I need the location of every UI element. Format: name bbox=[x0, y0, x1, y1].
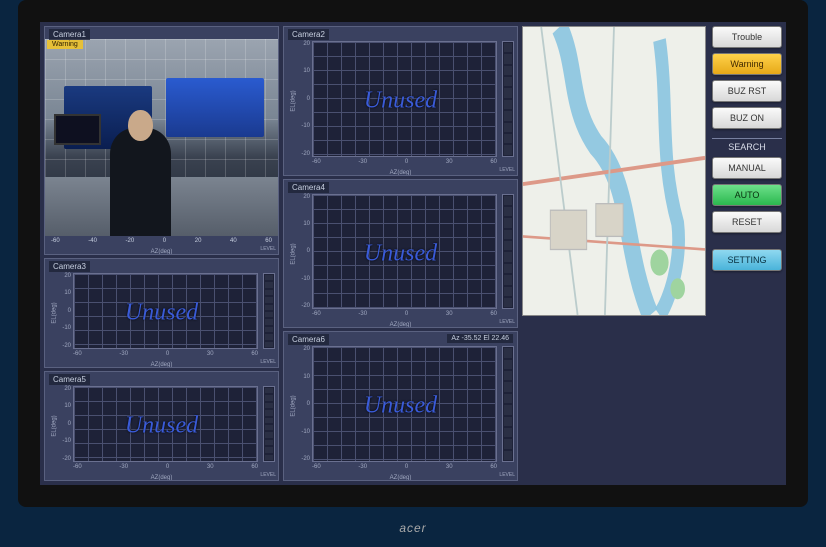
camera-panel-6[interactable]: Camera6 Az -35.52 El 22.46 Unused 2010 0… bbox=[283, 331, 518, 481]
control-panel: Trouble Warning BUZ RST BUZ ON SEARCH MA… bbox=[712, 26, 782, 316]
camera-title: Camera1 bbox=[49, 29, 90, 40]
search-label: SEARCH bbox=[712, 138, 782, 152]
buz-rst-button[interactable]: BUZ RST bbox=[712, 80, 782, 102]
camera-coords: Az -35.52 El 22.46 bbox=[447, 334, 513, 343]
auto-button[interactable]: AUTO bbox=[712, 184, 782, 206]
warning-button[interactable]: Warning bbox=[712, 53, 782, 75]
camera-panel-3[interactable]: Camera3 Unused 2010 0-10 -20 -60-30 030 … bbox=[44, 258, 279, 368]
buz-on-button[interactable]: BUZ ON bbox=[712, 107, 782, 129]
map-view[interactable] bbox=[522, 26, 706, 316]
trouble-button[interactable]: Trouble bbox=[712, 26, 782, 48]
camera-column-mid: Camera2 Unused 2010 0-10 -20 -60-30 030 … bbox=[283, 26, 518, 481]
grid-plot bbox=[73, 273, 258, 349]
camera-panel-5[interactable]: Camera5 Unused 2010 0-10 -20 -60-30 030 … bbox=[44, 371, 279, 481]
camera-panel-4[interactable]: Camera4 Unused 2010 0-10 -20 -60-30 030 … bbox=[283, 179, 518, 329]
camera-column-left: Camera1 Warning -60-40 -200 2040 60 AZ(d… bbox=[44, 26, 279, 481]
reset-button[interactable]: RESET bbox=[712, 211, 782, 233]
camera-live-feed bbox=[45, 39, 278, 236]
camera-panel-2[interactable]: Camera2 Unused 2010 0-10 -20 -60-30 030 … bbox=[283, 26, 518, 176]
manual-button[interactable]: MANUAL bbox=[712, 157, 782, 179]
monitor-brand: acer bbox=[399, 521, 426, 535]
app-root: Camera1 Warning -60-40 -200 2040 60 AZ(d… bbox=[40, 22, 786, 485]
right-column: Trouble Warning BUZ RST BUZ ON SEARCH MA… bbox=[522, 26, 782, 481]
camera-panel-1[interactable]: Camera1 Warning -60-40 -200 2040 60 AZ(d… bbox=[44, 26, 279, 255]
status-badge: Warning bbox=[47, 40, 83, 49]
setting-button[interactable]: SETTING bbox=[712, 249, 782, 271]
